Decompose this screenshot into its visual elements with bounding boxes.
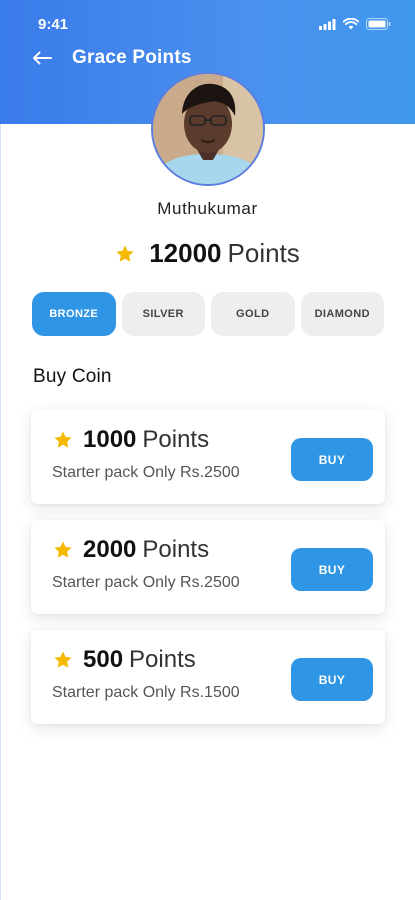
back-button[interactable] <box>28 44 56 72</box>
tab-diamond[interactable]: DIAMOND <box>300 292 384 336</box>
pack-points: 500 Points <box>53 646 196 674</box>
star-icon <box>54 541 72 558</box>
profile-photo <box>153 74 263 184</box>
buy-button[interactable]: BUY <box>291 658 373 701</box>
nav-bar: Grace Points <box>0 44 415 74</box>
pack-points-value: 500 <box>83 646 124 673</box>
coin-pack-card: 2000 Points Starter pack Only Rs.2500 BUY <box>31 520 385 614</box>
total-points-value: 12000 <box>149 238 222 268</box>
total-points-unit: Points <box>227 238 300 268</box>
tab-gold[interactable]: GOLD <box>211 292 295 336</box>
battery-icon <box>366 18 391 30</box>
star-icon <box>116 245 134 262</box>
tab-silver[interactable]: SILVER <box>121 292 205 336</box>
coin-pack-card: 500 Points Starter pack Only Rs.1500 BUY <box>31 630 385 724</box>
pack-points-unit: Points <box>129 646 196 673</box>
pack-points: 2000 Points <box>53 536 209 564</box>
pack-points-value: 1000 <box>83 426 137 453</box>
status-bar: 9:41 <box>0 12 415 40</box>
star-icon <box>54 651 72 668</box>
tier-tabs: BRONZE SILVER GOLD DIAMOND <box>32 292 384 336</box>
avatar <box>151 72 265 186</box>
pack-points-unit: Points <box>142 536 210 563</box>
user-name: Muthukumar <box>157 199 258 218</box>
star-icon <box>54 431 72 448</box>
section-title: Buy Coin <box>33 366 112 387</box>
tab-bronze[interactable]: BRONZE <box>32 292 116 336</box>
pack-points-value: 2000 <box>83 536 137 563</box>
pack-description: Starter pack Only Rs.1500 <box>52 684 240 701</box>
page-title: Grace Points <box>72 47 192 68</box>
pack-points-unit: Points <box>142 426 210 453</box>
status-time: 9:41 <box>38 16 69 33</box>
status-icons <box>319 18 391 30</box>
coin-pack-card: 1000 Points Starter pack Only Rs.2500 BUY <box>31 410 385 504</box>
signal-icon <box>319 18 336 30</box>
pack-description: Starter pack Only Rs.2500 <box>52 464 240 481</box>
buy-button[interactable]: BUY <box>291 548 373 591</box>
wifi-icon <box>343 18 359 30</box>
pack-points: 1000 Points <box>53 426 209 454</box>
buy-button[interactable]: BUY <box>291 438 373 481</box>
back-arrow-icon <box>33 51 52 65</box>
total-points: 12000 Points <box>0 238 415 269</box>
pack-description: Starter pack Only Rs.2500 <box>52 574 240 591</box>
